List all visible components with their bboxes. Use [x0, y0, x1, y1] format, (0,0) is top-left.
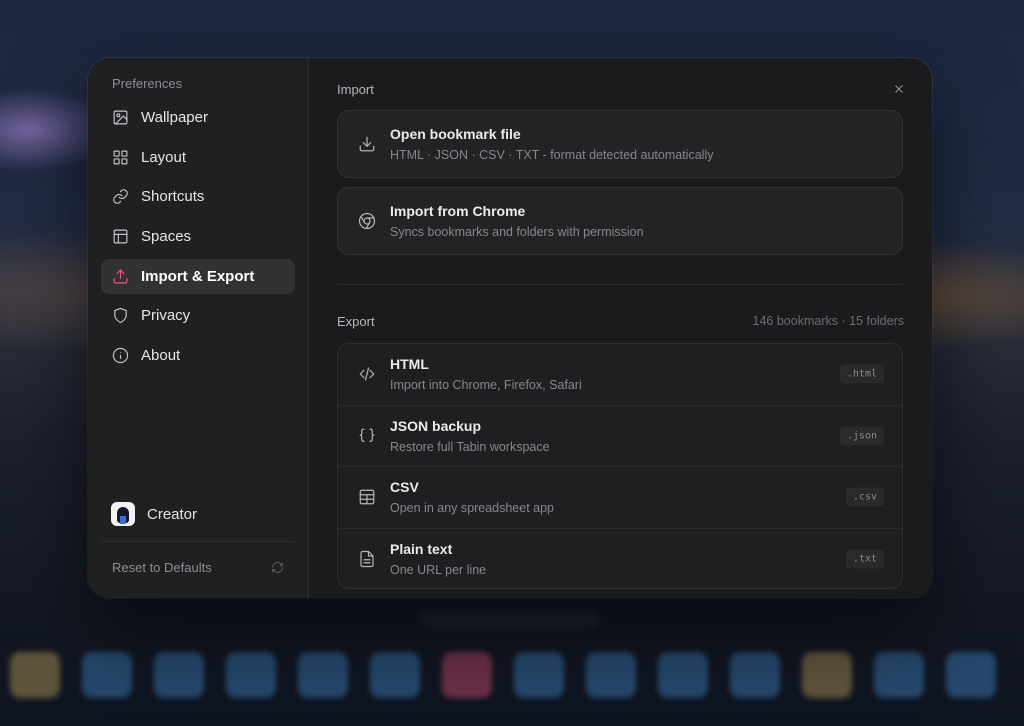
- avatar: [111, 502, 135, 526]
- profile-name: Creator: [147, 505, 198, 523]
- dock-tile: [586, 652, 636, 698]
- file-extension-badge: .json: [839, 426, 884, 446]
- close-button[interactable]: [892, 82, 906, 96]
- info-icon: [112, 347, 129, 364]
- upload-icon: [113, 269, 128, 284]
- code-icon: [359, 367, 375, 381]
- sidebar-title: Preferences: [112, 76, 183, 91]
- option-description: HTML · JSON · CSV · TXT - format detecte…: [390, 148, 714, 162]
- dock-tile: [514, 652, 564, 698]
- open-bookmark-file-button[interactable]: Open bookmark file HTML · JSON · CSV · T…: [337, 110, 903, 178]
- file-text-icon: [360, 551, 374, 568]
- sidebar-item-label: Layout: [141, 148, 187, 166]
- export-plain-text-button[interactable]: Plain text One URL per line .txt: [338, 529, 902, 589]
- dock-tile: [802, 652, 852, 698]
- table-icon: [359, 489, 375, 505]
- dock-tile: [658, 652, 708, 698]
- dock-tile: [730, 652, 780, 698]
- grid-icon: [113, 150, 128, 165]
- sidebar-item-label: Wallpaper: [141, 109, 208, 126]
- preferences-content: Import Open bookmark file HTML · JSON · …: [309, 58, 932, 598]
- layout-icon: [113, 229, 128, 244]
- sidebar-item-shortcuts[interactable]: Shortcuts: [101, 179, 295, 214]
- format-title: Plain text: [390, 541, 453, 558]
- option-description: Syncs bookmarks and folders with permiss…: [390, 225, 644, 239]
- file-extension-badge: .txt: [845, 549, 884, 569]
- option-title: Open bookmark file: [390, 126, 521, 142]
- file-extension-badge: .html: [839, 364, 884, 384]
- reset-to-defaults-button[interactable]: Reset to Defaults: [112, 560, 284, 575]
- close-icon: [895, 85, 903, 93]
- download-icon: [359, 136, 375, 152]
- section-divider: [337, 284, 903, 285]
- sidebar-divider: [101, 541, 295, 542]
- export-html-button[interactable]: HTML Import into Chrome, Firefox, Safari…: [338, 344, 902, 406]
- format-description: Open in any spreadsheet app: [390, 501, 555, 516]
- file-extension-badge: .csv: [845, 487, 884, 507]
- sidebar-item-spaces[interactable]: Spaces: [101, 219, 295, 254]
- option-title: Import from Chrome: [390, 203, 526, 219]
- format-description: Import into Chrome, Firefox, Safari: [390, 378, 582, 393]
- sidebar-item-label: About: [141, 347, 181, 365]
- dock-tile: [82, 652, 132, 698]
- reset-label: Reset to Defaults: [112, 560, 212, 575]
- braces-icon: [359, 428, 375, 442]
- format-title: CSV: [390, 479, 419, 496]
- dock-tile: [874, 652, 924, 698]
- background-dock: [0, 652, 1024, 726]
- sidebar-item-wallpaper[interactable]: Wallpaper: [101, 100, 295, 135]
- sidebar-item-privacy[interactable]: Privacy: [101, 298, 295, 333]
- sidebar-item-label: Shortcuts: [141, 188, 205, 206]
- export-section-title: Export: [337, 314, 375, 329]
- format-description: One URL per line: [390, 563, 487, 578]
- sidebar-item-label: Privacy: [141, 307, 191, 325]
- import-section-title: Import: [337, 82, 374, 97]
- link-icon: [113, 189, 128, 205]
- bookmark-count: 146 bookmarks · 15 folders: [752, 314, 904, 328]
- sidebar-item-about[interactable]: About: [101, 338, 295, 373]
- sidebar-item-import-export[interactable]: Import & Export: [101, 258, 295, 294]
- image-icon: [113, 110, 128, 125]
- sidebar-item-layout[interactable]: Layout: [101, 140, 295, 175]
- dock-tile: [370, 652, 420, 698]
- format-title: JSON backup: [390, 417, 482, 434]
- refresh-icon: [272, 562, 283, 573]
- dock-tile: [154, 652, 204, 698]
- export-format-list: HTML Import into Chrome, Firefox, Safari…: [337, 343, 903, 589]
- export-json-button[interactable]: JSON backup Restore full Tabin workspace…: [338, 406, 902, 467]
- shield-icon: [114, 308, 127, 324]
- chrome-icon: [358, 212, 376, 230]
- dock-tile: [946, 652, 996, 698]
- dock-tile: [298, 652, 348, 698]
- sidebar-item-label: Spaces: [141, 228, 192, 246]
- import-from-chrome-button[interactable]: Import from Chrome Syncs bookmarks and f…: [337, 187, 903, 255]
- dock-tile: [226, 652, 276, 698]
- export-csv-button[interactable]: CSV Open in any spreadsheet app .csv: [338, 467, 902, 529]
- preferences-sidebar: Preferences Wallpaper Layout Shortcuts S…: [88, 58, 309, 598]
- dock-tile: [10, 652, 60, 698]
- format-description: Restore full Tabin workspace: [390, 439, 550, 454]
- profile[interactable]: Creator: [111, 502, 197, 526]
- background-dock-indicator: [420, 610, 600, 628]
- dock-tile: [442, 652, 492, 698]
- sidebar-item-label: Import & Export: [141, 267, 255, 285]
- format-title: HTML: [390, 356, 429, 373]
- preferences-modal: Preferences Wallpaper Layout Shortcuts S…: [88, 58, 932, 598]
